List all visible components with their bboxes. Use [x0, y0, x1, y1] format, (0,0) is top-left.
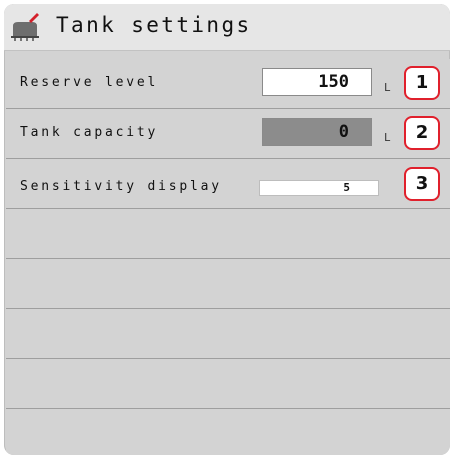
tank-settings-window: Tank settings Reserve level 150 L 1 Tank… — [4, 4, 450, 455]
empty-list-row — [6, 259, 450, 309]
tank-capacity-unit: L — [384, 131, 391, 144]
setting-row-tank-capacity[interactable]: Tank capacity 0 L 2 — [6, 109, 450, 159]
empty-list-row — [6, 209, 450, 259]
title-bar: Tank settings — [4, 4, 450, 51]
sensitivity-display-slider[interactable]: 5 — [259, 180, 379, 196]
sprayer-tank-icon — [11, 13, 39, 41]
settings-list: Reserve level 150 L 1 Tank capacity 0 L … — [6, 59, 450, 455]
tank-capacity-field: 0 — [262, 118, 372, 146]
empty-list-row — [6, 359, 450, 409]
reserve-level-unit: L — [384, 81, 391, 94]
callout-3-badge: 3 — [404, 167, 440, 201]
tank-capacity-label: Tank capacity — [20, 125, 159, 140]
setting-row-sensitivity-display[interactable]: Sensitivity display 5 3 — [6, 159, 450, 209]
empty-list-row — [6, 309, 450, 359]
reserve-level-input[interactable]: 150 — [262, 68, 372, 96]
callout-2-badge: 2 — [404, 116, 440, 150]
sensitivity-display-label: Sensitivity display — [20, 179, 222, 194]
reserve-level-label: Reserve level — [20, 75, 159, 90]
empty-list-row — [6, 409, 450, 455]
setting-row-reserve-level[interactable]: Reserve level 150 L 1 — [6, 59, 450, 109]
callout-1-badge: 1 — [404, 66, 440, 100]
page-title: Tank settings — [56, 13, 252, 37]
